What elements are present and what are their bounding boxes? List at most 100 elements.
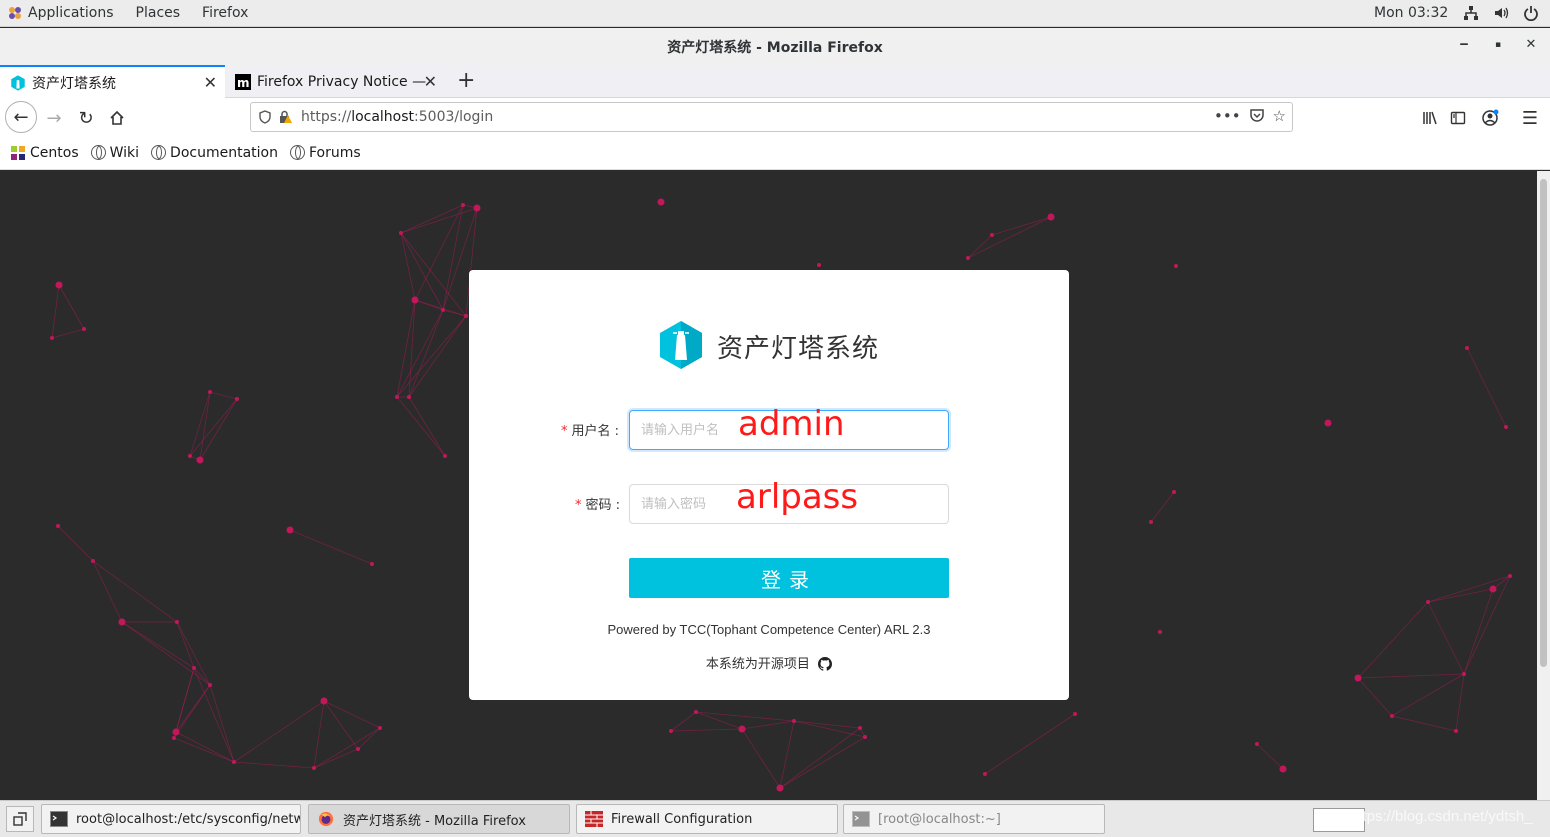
applications-menu[interactable]: Applications <box>26 0 125 27</box>
tracking-shield-icon[interactable] <box>255 107 275 127</box>
forward-arrow-icon[interactable]: → <box>40 104 68 132</box>
bookmark-wiki[interactable]: Wiki <box>90 145 139 161</box>
gnome-top-bar: Applications Places Firefox Mon 03:32 <box>0 0 1550 27</box>
url-bar[interactable]: https://localhost:5003/login ••• ☆ <box>250 102 1293 132</box>
page-scrollbar[interactable] <box>1537 171 1550 800</box>
bookmarks-toolbar: Centos Wiki Documentation Forums <box>0 136 1550 170</box>
network-node <box>1508 574 1512 578</box>
network-node <box>208 683 212 687</box>
show-desktop-icon <box>13 812 27 826</box>
network-node <box>399 231 403 235</box>
network-link <box>967 234 993 259</box>
network-node <box>1426 600 1430 604</box>
network-node <box>443 454 447 458</box>
tab-arl[interactable]: 资产灯塔系统 ✕ <box>0 65 225 98</box>
network-node <box>286 526 294 534</box>
network-link <box>1455 673 1465 732</box>
network-link <box>1427 601 1465 675</box>
network-node <box>82 327 86 331</box>
clock[interactable]: Mon 03:32 <box>1374 5 1448 21</box>
network-link <box>1357 601 1429 679</box>
network-link <box>357 727 381 750</box>
watermark-text: https://blog.csdn.net/ydtsh_ <box>1350 808 1533 825</box>
network-link <box>984 713 1076 775</box>
network-icon[interactable] <box>1462 4 1480 22</box>
taskbar-item-firewall[interactable]: Firewall Configuration <box>576 804 838 834</box>
taskbar-item-terminal-minimized[interactable]: [root@localhost:~] <box>843 804 1105 834</box>
page-actions-icon[interactable]: ••• <box>1214 107 1241 127</box>
taskbar-item-terminal[interactable]: root@localhost:/etc/sysconfig/netw... <box>41 804 301 834</box>
network-link <box>1466 347 1507 428</box>
lighthouse-logo-icon <box>660 321 702 369</box>
library-icon[interactable] <box>1416 104 1444 132</box>
firefox-menu[interactable]: Firefox <box>191 0 259 27</box>
system-title: 资产灯塔系统 <box>717 334 880 364</box>
pocket-icon[interactable] <box>1249 107 1265 127</box>
network-link <box>400 232 467 317</box>
window-close-button[interactable]: ✕ <box>1522 37 1540 52</box>
network-link <box>408 309 444 398</box>
scrollbar-thumb[interactable] <box>1540 179 1547 667</box>
network-link <box>408 315 467 398</box>
svg-text:m: m <box>237 76 250 90</box>
network-link <box>442 204 464 311</box>
password-annotation: arlpass <box>736 477 859 517</box>
network-link <box>121 621 195 669</box>
taskbar-label: Firewall Configuration <box>611 811 753 827</box>
applications-icon <box>9 7 21 19</box>
login-button[interactable]: 登录 <box>629 558 949 598</box>
system-tray[interactable] <box>1462 4 1540 22</box>
back-arrow-icon[interactable]: ← <box>5 101 37 133</box>
window-title: 资产灯塔系统 - Mozilla Firefox <box>667 39 883 56</box>
centos-icon <box>11 145 25 160</box>
maximize-button[interactable]: ▪ <box>1489 40 1507 50</box>
network-link <box>51 284 60 339</box>
bookmark-documentation[interactable]: Documentation <box>151 145 278 161</box>
bookmark-star-icon[interactable]: ☆ <box>1273 107 1286 127</box>
network-node <box>1149 520 1153 524</box>
sidebar-icon[interactable] <box>1444 104 1472 132</box>
hamburger-menu-icon[interactable]: ☰ <box>1516 104 1544 132</box>
network-node <box>1504 425 1508 429</box>
navigation-bar: ← → ↻ https://localhost:5003/login ••• ☆… <box>0 98 1550 136</box>
powered-by-text: Powered by TCC(Tophant Competence Center… <box>607 622 931 637</box>
globe-icon <box>151 145 167 160</box>
network-link <box>741 728 781 789</box>
network-link <box>173 684 211 739</box>
taskbar-item-firefox[interactable]: 资产灯塔系统 - Mozilla Firefox <box>308 804 570 834</box>
network-node <box>1489 585 1497 593</box>
places-menu[interactable]: Places <box>125 0 192 27</box>
network-node <box>118 618 126 626</box>
account-icon[interactable] <box>1476 104 1504 132</box>
network-link <box>1463 588 1494 675</box>
show-desktop-button[interactable] <box>6 806 34 832</box>
home-icon[interactable] <box>103 104 131 132</box>
tab-privacy-notice[interactable]: m Firefox Privacy Notice — ✕ <box>225 65 447 98</box>
tab-close-icon[interactable]: ✕ <box>204 73 217 92</box>
network-link <box>1391 715 1457 732</box>
bookmark-centos[interactable]: Centos <box>10 145 79 161</box>
network-node <box>1354 674 1362 682</box>
network-node <box>1172 490 1176 494</box>
network-link <box>51 328 85 339</box>
network-link <box>1357 677 1393 717</box>
power-icon[interactable] <box>1522 4 1540 22</box>
bookmark-forums[interactable]: Forums <box>289 145 361 161</box>
new-tab-plus-icon[interactable]: + <box>457 68 475 93</box>
reload-icon[interactable]: ↻ <box>72 104 100 132</box>
username-label: * 用户名 : <box>561 424 620 439</box>
github-icon[interactable] <box>818 657 833 671</box>
network-node <box>1390 714 1394 718</box>
url-path: :5003/login <box>414 109 494 125</box>
insecure-lock-icon[interactable] <box>275 107 295 127</box>
network-link <box>175 731 235 763</box>
network-node <box>983 772 987 776</box>
volume-icon[interactable] <box>1492 4 1510 22</box>
minimize-button[interactable]: ‒ <box>1455 37 1473 52</box>
network-node <box>208 390 212 394</box>
network-node <box>356 747 360 751</box>
network-node <box>817 263 821 267</box>
tab-close-icon[interactable]: ✕ <box>424 72 437 91</box>
network-link <box>323 700 359 750</box>
network-link <box>670 728 743 732</box>
